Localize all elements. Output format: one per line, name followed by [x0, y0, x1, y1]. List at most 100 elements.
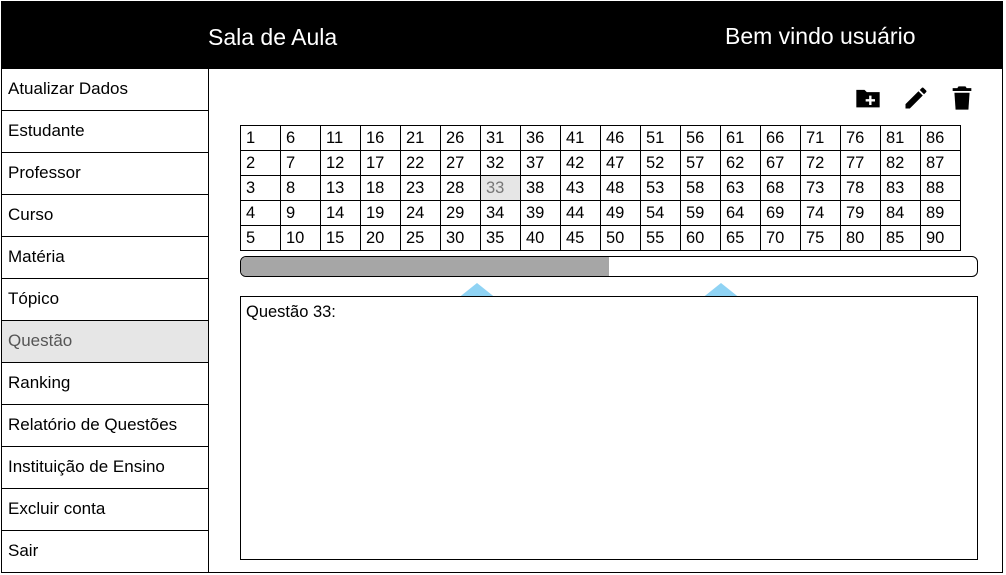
question-cell[interactable]: 37 [520, 150, 561, 176]
question-cell[interactable]: 30 [440, 225, 481, 251]
question-cell[interactable]: 86 [920, 125, 961, 151]
question-cell[interactable]: 16 [360, 125, 401, 151]
sidebar-item-atualizar-dados[interactable]: Atualizar Dados [2, 69, 208, 111]
question-cell[interactable]: 42 [560, 150, 601, 176]
add-folder-icon[interactable] [854, 84, 882, 112]
question-cell[interactable]: 6 [280, 125, 321, 151]
question-cell[interactable]: 28 [440, 175, 481, 201]
question-cell[interactable]: 56 [680, 125, 721, 151]
sidebar-item-ranking[interactable]: Ranking [2, 363, 208, 405]
question-cell[interactable]: 34 [480, 200, 521, 226]
question-cell[interactable]: 7 [280, 150, 321, 176]
question-cell[interactable]: 52 [640, 150, 681, 176]
question-cell[interactable]: 15 [320, 225, 361, 251]
question-cell[interactable]: 21 [400, 125, 441, 151]
question-cell[interactable]: 76 [840, 125, 881, 151]
question-cell[interactable]: 57 [680, 150, 721, 176]
question-cell[interactable]: 65 [720, 225, 761, 251]
question-cell[interactable]: 25 [400, 225, 441, 251]
question-cell[interactable]: 3 [240, 175, 281, 201]
question-cell[interactable]: 24 [400, 200, 441, 226]
question-cell[interactable]: 11 [320, 125, 361, 151]
question-cell[interactable]: 60 [680, 225, 721, 251]
question-cell[interactable]: 19 [360, 200, 401, 226]
question-cell[interactable]: 44 [560, 200, 601, 226]
sidebar-item-excluir-conta[interactable]: Excluir conta [2, 489, 208, 531]
question-cell[interactable]: 39 [520, 200, 561, 226]
sidebar-item-estudante[interactable]: Estudante [2, 111, 208, 153]
question-cell[interactable]: 48 [600, 175, 641, 201]
question-cell[interactable]: 47 [600, 150, 641, 176]
question-cell[interactable]: 83 [880, 175, 921, 201]
question-cell[interactable]: 81 [880, 125, 921, 151]
scrollbar-thumb[interactable] [241, 257, 609, 276]
question-cell[interactable]: 5 [240, 225, 281, 251]
question-cell[interactable]: 89 [920, 200, 961, 226]
question-cell[interactable]: 69 [760, 200, 801, 226]
question-cell[interactable]: 43 [560, 175, 601, 201]
edit-pencil-icon[interactable] [902, 84, 930, 112]
sidebar-item-questao[interactable]: Questão [2, 321, 208, 363]
question-cell[interactable]: 88 [920, 175, 961, 201]
question-cell[interactable]: 51 [640, 125, 681, 151]
question-cell[interactable]: 53 [640, 175, 681, 201]
question-cell[interactable]: 22 [400, 150, 441, 176]
question-cell[interactable]: 77 [840, 150, 881, 176]
sidebar-item-relatorio-de-questoes[interactable]: Relatório de Questões [2, 405, 208, 447]
question-cell[interactable]: 75 [800, 225, 841, 251]
question-cell[interactable]: 64 [720, 200, 761, 226]
question-cell[interactable]: 58 [680, 175, 721, 201]
question-cell[interactable]: 78 [840, 175, 881, 201]
question-cell[interactable]: 90 [920, 225, 961, 251]
question-cell[interactable]: 20 [360, 225, 401, 251]
question-cell[interactable]: 36 [520, 125, 561, 151]
question-cell[interactable]: 80 [840, 225, 881, 251]
question-cell[interactable]: 32 [480, 150, 521, 176]
question-cell[interactable]: 55 [640, 225, 681, 251]
question-cell[interactable]: 9 [280, 200, 321, 226]
question-cell[interactable]: 38 [520, 175, 561, 201]
question-cell[interactable]: 18 [360, 175, 401, 201]
question-cell[interactable]: 46 [600, 125, 641, 151]
question-cell[interactable]: 45 [560, 225, 601, 251]
question-cell[interactable]: 23 [400, 175, 441, 201]
question-cell[interactable]: 59 [680, 200, 721, 226]
question-cell[interactable]: 26 [440, 125, 481, 151]
sidebar-item-sair[interactable]: Sair [2, 531, 208, 572]
question-cell[interactable]: 82 [880, 150, 921, 176]
question-cell[interactable]: 4 [240, 200, 281, 226]
question-cell[interactable]: 74 [800, 200, 841, 226]
question-cell[interactable]: 35 [480, 225, 521, 251]
question-cell[interactable]: 8 [280, 175, 321, 201]
question-cell[interactable]: 17 [360, 150, 401, 176]
question-cell[interactable]: 72 [800, 150, 841, 176]
question-cell[interactable]: 41 [560, 125, 601, 151]
question-cell[interactable]: 31 [480, 125, 521, 151]
question-cell[interactable]: 2 [240, 150, 281, 176]
sidebar-item-curso[interactable]: Curso [2, 195, 208, 237]
question-cell[interactable]: 73 [800, 175, 841, 201]
question-cell[interactable]: 27 [440, 150, 481, 176]
question-cell[interactable]: 63 [720, 175, 761, 201]
question-cell[interactable]: 12 [320, 150, 361, 176]
sidebar-item-instituicao-de-ensino[interactable]: Instituição de Ensino [2, 447, 208, 489]
question-cell[interactable]: 40 [520, 225, 561, 251]
question-cell[interactable]: 62 [720, 150, 761, 176]
question-cell[interactable]: 50 [600, 225, 641, 251]
delete-trash-icon[interactable] [948, 84, 976, 112]
question-cell[interactable]: 29 [440, 200, 481, 226]
question-cell[interactable]: 87 [920, 150, 961, 176]
sidebar-item-topico[interactable]: Tópico [2, 279, 208, 321]
question-cell[interactable]: 67 [760, 150, 801, 176]
question-cell[interactable]: 66 [760, 125, 801, 151]
question-cell[interactable]: 13 [320, 175, 361, 201]
grid-horizontal-scrollbar[interactable] [240, 256, 978, 277]
question-cell[interactable]: 61 [720, 125, 761, 151]
question-cell[interactable]: 33 [480, 175, 521, 201]
question-cell[interactable]: 71 [800, 125, 841, 151]
question-cell[interactable]: 79 [840, 200, 881, 226]
question-cell[interactable]: 84 [880, 200, 921, 226]
question-cell[interactable]: 49 [600, 200, 641, 226]
question-cell[interactable]: 1 [240, 125, 281, 151]
sidebar-item-materia[interactable]: Matéria [2, 237, 208, 279]
